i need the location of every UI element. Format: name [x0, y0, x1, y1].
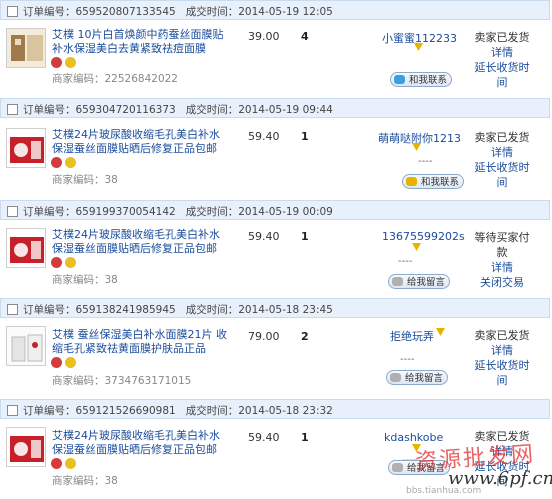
product-thumbnail[interactable]: [6, 326, 46, 366]
contact-me-button[interactable]: 和我联系: [402, 174, 465, 189]
order-quantity: 4: [301, 30, 309, 43]
watermark-site: bbs.tianhua.com: [406, 486, 482, 496]
deal-time: 2014-05-18 23:45: [238, 304, 333, 316]
order-select-checkbox[interactable]: [7, 104, 18, 115]
order-select-checkbox[interactable]: [7, 206, 18, 217]
order-quantity: 2: [301, 330, 309, 343]
flag-icon[interactable]: [412, 243, 421, 252]
order-price: 59.40: [248, 230, 280, 243]
details-link[interactable]: 详情: [472, 343, 532, 358]
flag-icon[interactable]: [412, 143, 421, 152]
order-number: 659138241985945: [75, 304, 176, 316]
product-thumbnail[interactable]: [6, 128, 46, 168]
message-icon: [392, 277, 403, 286]
contact-me-button[interactable]: 和我联系: [390, 72, 453, 87]
merchant-code: 商家编码：38: [52, 475, 118, 487]
order-quantity: 1: [301, 130, 309, 143]
deal-time: 2014-05-18 23:32: [238, 405, 333, 417]
deal-time: 2014-05-19 00:09: [238, 206, 333, 218]
buyer-name[interactable]: 13675599202s: [382, 230, 465, 243]
extend-receipt-link[interactable]: 延长收货时间: [472, 358, 532, 388]
chat-icon: [406, 177, 417, 186]
leave-message-button[interactable]: 给我留言: [388, 274, 451, 289]
product-thumbnail[interactable]: [6, 28, 46, 68]
order-number: 659199370054142: [75, 206, 176, 218]
order-status: 等待买家付款 详情 关闭交易: [472, 230, 532, 290]
merchant-code: 商家编码：38: [52, 274, 118, 286]
product-badges: [51, 157, 76, 169]
order-status: 卖家已发货 详情 延长收货时间: [472, 130, 532, 190]
order-header-text: 订单编号：659304720116373 成交时间：2014-05-19 09:4…: [23, 104, 333, 116]
order-price: 59.40: [248, 130, 280, 143]
order-header: 订单编号：659520807133545 成交时间：2014-05-19 12:0…: [0, 0, 550, 20]
close-trade-link[interactable]: 关闭交易: [472, 275, 532, 290]
order-status: 卖家已发货 详情 延长收货时间: [472, 328, 532, 388]
details-link[interactable]: 详情: [472, 145, 532, 160]
product-title[interactable]: 艾樸24片玻尿酸收缩毛孔美白补水保湿蚕丝面膜贴晒后修复正品包邮: [52, 128, 230, 156]
deal-time: 2014-05-19 09:44: [238, 104, 333, 116]
deal-time: 2014-05-19 12:05: [238, 6, 333, 18]
product-title[interactable]: 艾樸24片玻尿酸收缩毛孔美白补水保湿蚕丝面膜贴晒后修复正品包邮: [52, 228, 230, 256]
order-block: 订单编号：659138241985945 成交时间：2014-05-18 23:4…: [0, 298, 552, 394]
order-block: 订单编号：659520807133545 成交时间：2014-05-19 12:0…: [0, 0, 552, 96]
message-icon: [390, 373, 401, 382]
order-price: 79.00: [248, 330, 280, 343]
order-status: 卖家已发货 详情 延长收货时间: [472, 30, 532, 90]
order-select-checkbox[interactable]: [7, 6, 18, 17]
details-link[interactable]: 详情: [472, 45, 532, 60]
order-number: 659520807133545: [75, 6, 176, 18]
product-badges: [51, 57, 76, 69]
order-header: 订单编号：659199370054142 成交时间：2014-05-19 00:0…: [0, 200, 550, 220]
flag-icon[interactable]: [414, 43, 423, 52]
order-block: 订单编号：659199370054142 成交时间：2014-05-19 00:0…: [0, 200, 552, 294]
order-select-checkbox[interactable]: [7, 405, 18, 416]
message-icon: [392, 463, 403, 472]
order-price: 59.40: [248, 431, 280, 444]
order-block: 订单编号：659304720116373 成交时间：2014-05-19 09:4…: [0, 98, 552, 194]
details-link[interactable]: 详情: [472, 260, 532, 275]
order-header-text: 订单编号：659520807133545 成交时间：2014-05-19 12:0…: [23, 6, 333, 18]
order-header-text: 订单编号：659121526690981 成交时间：2014-05-18 23:3…: [23, 405, 333, 417]
order-number: 659121526690981: [75, 405, 176, 417]
product-title[interactable]: 艾樸24片玻尿酸收缩毛孔美白补水保湿蚕丝面膜贴晒后修复正品包邮: [52, 429, 230, 457]
product-badges: [51, 257, 76, 269]
buyer-info-placeholder: ----: [398, 256, 413, 267]
leave-message-button[interactable]: 给我留言: [386, 370, 449, 385]
product-thumbnail[interactable]: [6, 228, 46, 268]
product-title[interactable]: 艾樸 10片白首焕颜中药蚕丝面膜贴 补水保湿美白去黄紧致祛痘面膜: [52, 28, 230, 56]
merchant-code: 商家编码：22526842022: [52, 73, 178, 85]
order-quantity: 1: [301, 431, 309, 444]
order-select-checkbox[interactable]: [7, 304, 18, 315]
flag-icon[interactable]: [436, 328, 445, 337]
order-header-text: 订单编号：659138241985945 成交时间：2014-05-18 23:4…: [23, 304, 333, 316]
product-badges: [51, 357, 76, 369]
merchant-code: 商家编码：3734763171015: [52, 375, 192, 387]
merchant-code: 商家编码：38: [52, 174, 118, 186]
product-badges: [51, 458, 76, 470]
order-price: 39.00: [248, 30, 280, 43]
order-header: 订单编号：659121526690981 成交时间：2014-05-18 23:3…: [0, 399, 550, 419]
order-quantity: 1: [301, 230, 309, 243]
product-title[interactable]: 艾樸 蚕丝保湿美白补水面膜21片 收缩毛孔紧致祛黄面膜护肤品正品: [52, 328, 230, 356]
order-number: 659304720116373: [75, 104, 176, 116]
extend-receipt-link[interactable]: 延长收货时间: [472, 60, 532, 90]
order-header-text: 订单编号：659199370054142 成交时间：2014-05-19 00:0…: [23, 206, 333, 218]
chat-icon: [394, 75, 405, 84]
buyer-info-placeholder: ----: [418, 156, 433, 167]
product-thumbnail[interactable]: [6, 427, 46, 467]
buyer-name[interactable]: 拒绝玩弄: [390, 328, 434, 344]
order-header: 订单编号：659138241985945 成交时间：2014-05-18 23:4…: [0, 298, 550, 318]
buyer-info-placeholder: ----: [400, 354, 415, 365]
extend-receipt-link[interactable]: 延长收货时间: [472, 160, 532, 190]
order-header: 订单编号：659304720116373 成交时间：2014-05-19 09:4…: [0, 98, 550, 118]
